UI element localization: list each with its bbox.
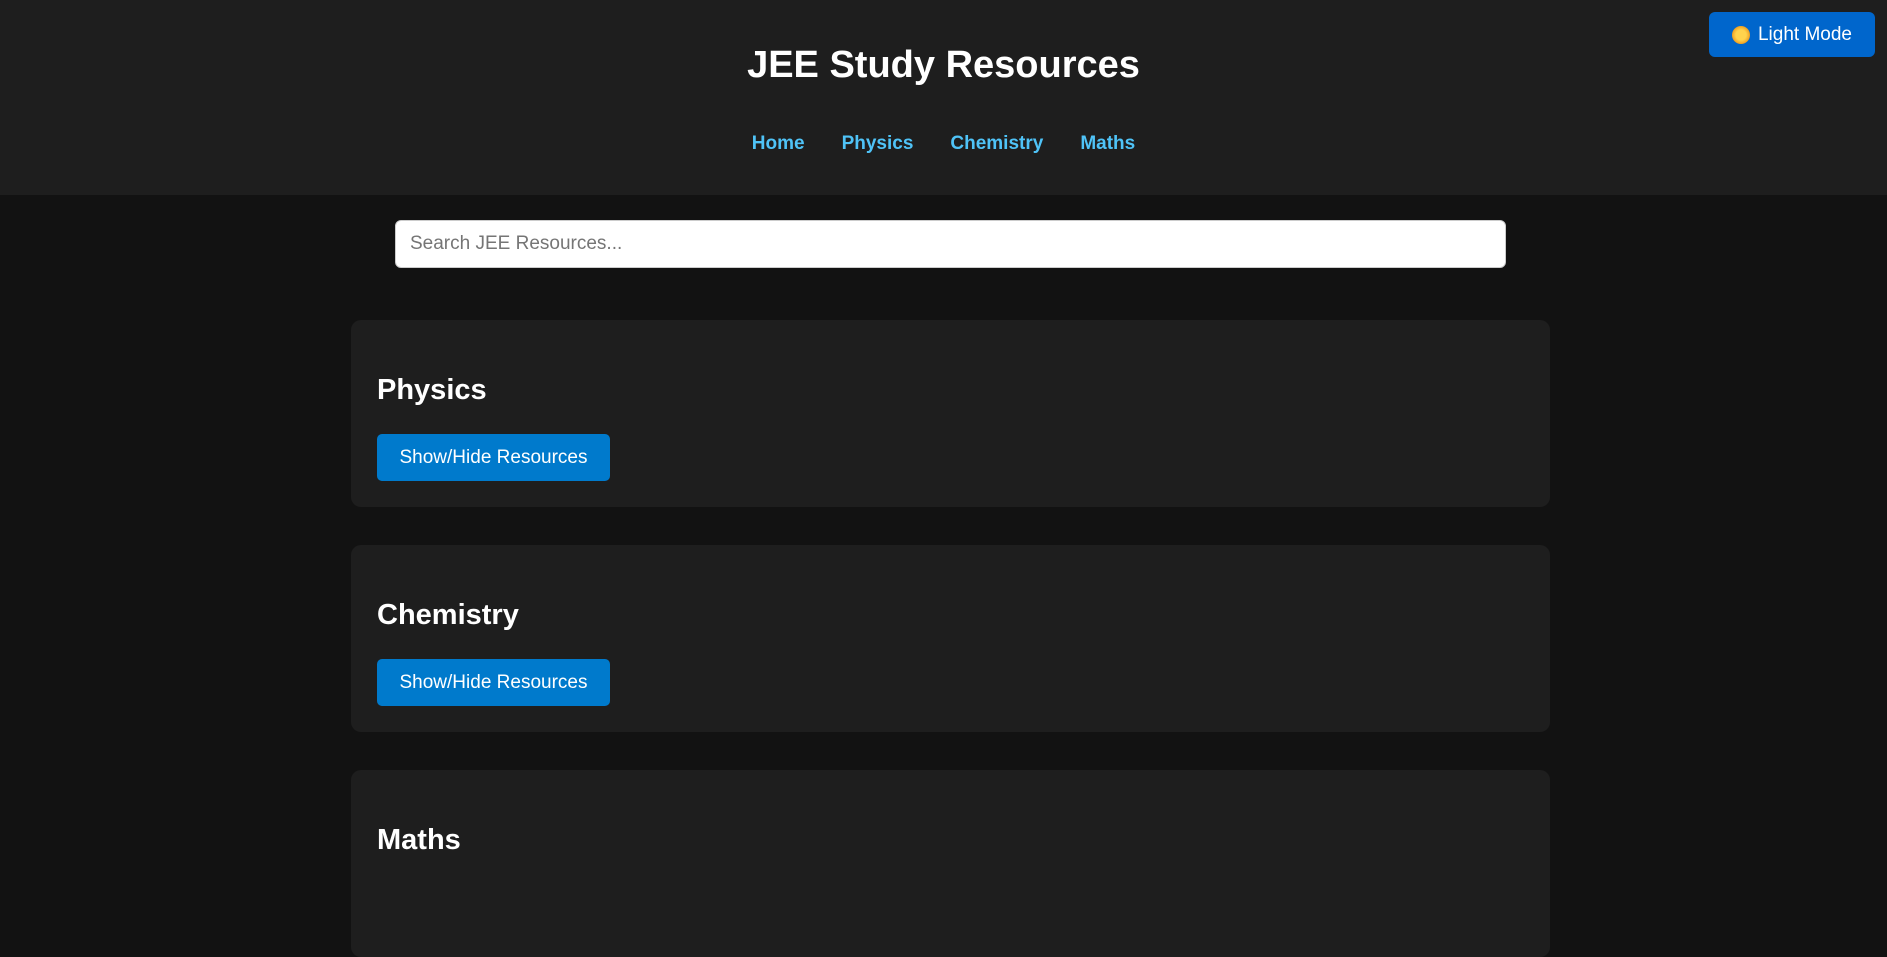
section-title: Chemistry	[377, 599, 519, 631]
page-title: JEE Study Resources	[747, 44, 1140, 86]
nav-physics[interactable]: Physics	[842, 133, 914, 155]
nav-maths[interactable]: Maths	[1080, 133, 1135, 155]
main-nav: Home Physics Chemistry Maths	[0, 133, 1887, 155]
section-title: Physics	[377, 374, 487, 406]
physics-section: Physics Show/Hide Resources	[351, 320, 1550, 507]
sun-icon	[1731, 25, 1750, 44]
chemistry-section: Chemistry Show/Hide Resources	[351, 545, 1550, 732]
light-mode-label: Light Mode	[1757, 23, 1852, 45]
section-title: Maths	[377, 824, 461, 856]
site-header: JEE Study Resources Home Physics Chemist…	[0, 0, 1887, 195]
nav-home[interactable]: Home	[752, 133, 805, 155]
light-mode-toggle[interactable]: Light Mode	[1709, 12, 1875, 57]
search-input[interactable]	[395, 220, 1506, 268]
chemistry-toggle-button[interactable]: Show/Hide Resources	[377, 659, 610, 706]
maths-section: Maths	[351, 770, 1550, 957]
nav-chemistry[interactable]: Chemistry	[950, 133, 1043, 155]
physics-toggle-button[interactable]: Show/Hide Resources	[377, 434, 610, 481]
